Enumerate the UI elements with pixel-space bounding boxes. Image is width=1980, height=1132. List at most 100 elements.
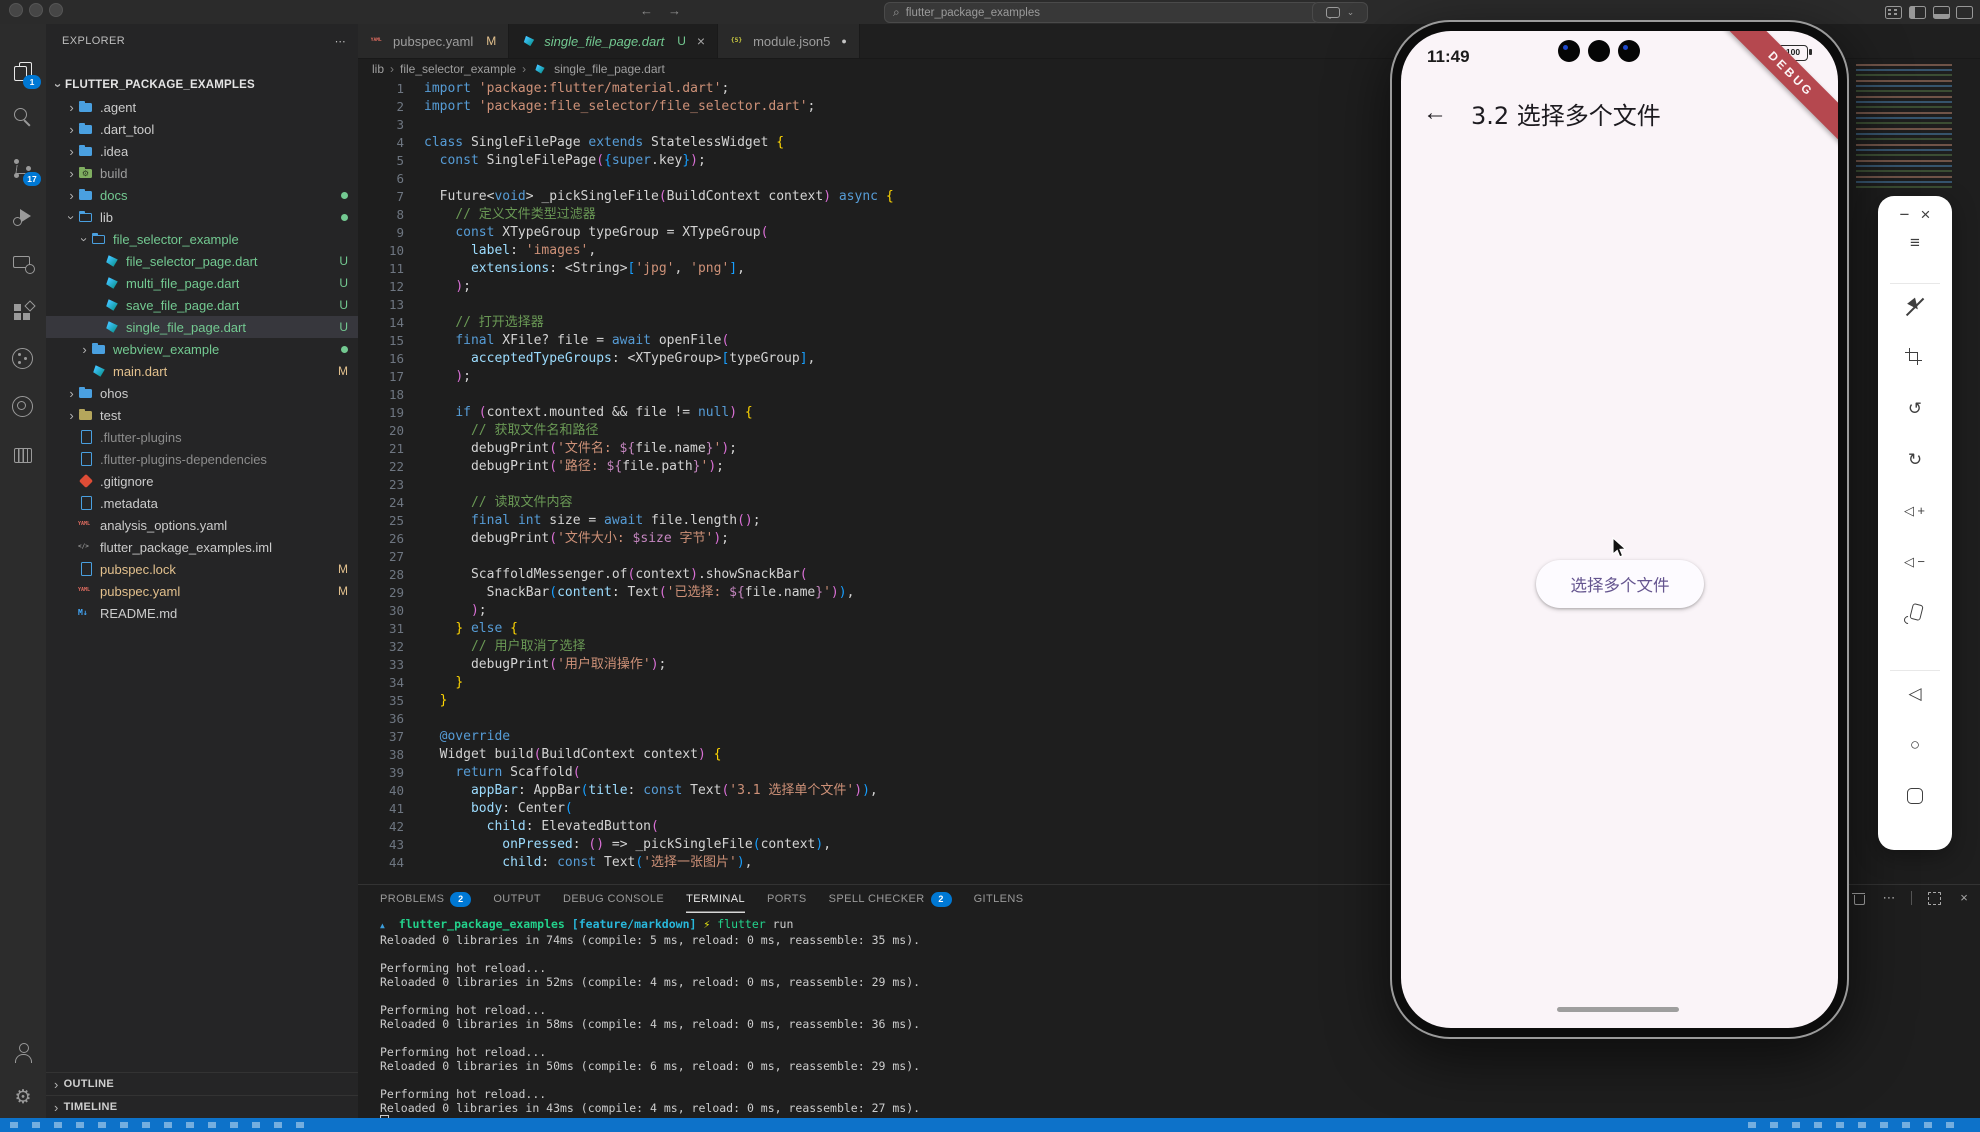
tab-pubspec.yaml[interactable]: pubspec.yamlM [358, 24, 509, 58]
command-center-search[interactable]: ⌕ flutter_package_examples [884, 2, 1320, 23]
window-close-light[interactable] [9, 3, 23, 17]
panel-tab-gitlens[interactable]: GITLENS [974, 885, 1024, 913]
emulator-crop-icon[interactable] [1904, 347, 1926, 369]
panel-tab-spell-checker[interactable]: SPELL CHECKER2 [829, 885, 952, 913]
tree-item-save_file_page.dart[interactable]: save_file_page.dartU [46, 294, 358, 316]
activity-settings-icon[interactable]: ⚙ [11, 1086, 35, 1110]
xml-icon [78, 539, 94, 555]
emulator-rotate-left-icon[interactable]: ↺ [1904, 398, 1926, 420]
emulator-minimize-icon[interactable]: − [1894, 204, 1915, 226]
phone-emulator: 11:49 ! 100 DEBUG ← 3.2 选择多个文件 选择多个文件 [1390, 20, 1849, 1039]
window-zoom-light[interactable] [49, 3, 63, 17]
activity-gitlens-icon[interactable] [11, 347, 35, 371]
panel-tab-debug-console[interactable]: DEBUG CONSOLE [563, 885, 664, 913]
activity-run-debug-icon[interactable] [11, 204, 35, 228]
editor-minimap[interactable] [1856, 64, 1952, 192]
tree-item-.idea[interactable]: ›.idea [46, 140, 358, 162]
toggle-panel-icon[interactable] [1933, 6, 1950, 19]
tree-item-.dart_tool[interactable]: ›.dart_tool [46, 118, 358, 140]
tree-item-webview_example[interactable]: ›webview_example [46, 338, 358, 360]
tree-item-.agent[interactable]: ›.agent [46, 96, 358, 118]
item-label: single_file_page.dart [126, 320, 246, 335]
item-label: .dart_tool [100, 122, 154, 137]
tab-module.json5[interactable]: module.json5● [718, 24, 860, 58]
close-icon[interactable]: × [697, 33, 705, 49]
activity-gitlens-inspect-icon[interactable] [11, 395, 35, 419]
emulator-menu-icon[interactable]: ≡ [1904, 232, 1926, 254]
emulator-rotate-right-icon[interactable]: ↻ [1904, 449, 1926, 471]
explorer-more-icon[interactable]: ⋯ [335, 35, 346, 48]
emulator-nav-back-icon[interactable]: ◁ [1904, 683, 1926, 705]
tree-item-test[interactable]: ›test [46, 404, 358, 426]
tree-item-main.dart[interactable]: main.dartM [46, 360, 358, 382]
tree-item-lib[interactable]: ›lib [46, 206, 358, 228]
tree-item-.gitignore[interactable]: .gitignore [46, 470, 358, 492]
panel-tab-label: PROBLEMS [380, 893, 444, 905]
breadcrumb-part[interactable]: lib [372, 62, 384, 76]
breadcrumb-file[interactable]: single_file_page.dart [554, 62, 665, 76]
customize-layout-icon[interactable] [1885, 6, 1902, 19]
trash-icon[interactable] [1851, 890, 1867, 906]
tree-item-pubspec.yaml[interactable]: pubspec.yamlM [46, 580, 358, 602]
gitlens-inspect-icon [11, 395, 35, 419]
panel-tab-ports[interactable]: PORTS [767, 885, 807, 913]
line-number: 17 [358, 368, 424, 386]
copilot-chat-button[interactable]: ⌄ [1312, 2, 1368, 23]
emulator-shake-icon[interactable] [1904, 602, 1926, 624]
tree-item-multi_file_page.dart[interactable]: multi_file_page.dartU [46, 272, 358, 294]
emulator-volume-down-icon[interactable] [1904, 551, 1926, 573]
line-number: 8 [358, 206, 424, 224]
tree-root[interactable]: ›FLUTTER_PACKAGE_EXAMPLES [46, 74, 358, 96]
tree-item-pubspec.lock[interactable]: pubspec.lockM [46, 558, 358, 580]
emulator-close-icon[interactable]: × [1915, 204, 1936, 226]
tree-item-build[interactable]: ›build [46, 162, 358, 184]
chevron-icon: › [51, 79, 66, 92]
tree-item-flutter_package_examples.iml[interactable]: flutter_package_examples.iml [46, 536, 358, 558]
activity-container-icon[interactable] [11, 443, 35, 467]
more-icon[interactable]: ⋯ [1881, 890, 1897, 906]
folder-icon [91, 341, 107, 357]
panel-tab-output[interactable]: OUTPUT [493, 885, 541, 913]
activity-extensions-icon[interactable] [11, 300, 35, 324]
home-indicator[interactable] [1557, 1007, 1679, 1012]
tree-item-.metadata[interactable]: .metadata [46, 492, 358, 514]
history-back-icon[interactable]: ← [640, 3, 653, 19]
history-forward-icon[interactable]: → [668, 3, 681, 19]
tree-item-file_selector_example[interactable]: ›file_selector_example [46, 228, 358, 250]
emulator-touch-off-icon[interactable] [1904, 296, 1926, 318]
tree-item-docs[interactable]: ›docs [46, 184, 358, 206]
tree-item-README.md[interactable]: README.md [46, 602, 358, 624]
tree-item-file_selector_page.dart[interactable]: file_selector_page.dartU [46, 250, 358, 272]
activity-remote-explorer-icon[interactable] [11, 252, 35, 276]
panel-tab-terminal[interactable]: TERMINAL [686, 885, 745, 913]
section-outline[interactable]: ›OUTLINE [46, 1072, 358, 1095]
dirty-dot-icon[interactable]: ● [841, 36, 846, 46]
gap [1878, 653, 1952, 670]
emulator-nav-recents-icon[interactable] [1904, 785, 1926, 807]
back-arrow-icon[interactable]: ← [1423, 99, 1447, 127]
maximize-icon[interactable] [1926, 890, 1942, 906]
section-timeline[interactable]: ›TIMELINE [46, 1095, 358, 1118]
breadcrumb-part[interactable]: file_selector_example [400, 62, 516, 76]
pick-multiple-files-button[interactable]: 选择多个文件 [1536, 560, 1704, 608]
tree-item-analysis_options.yaml[interactable]: analysis_options.yaml [46, 514, 358, 536]
panel-tab-problems[interactable]: PROBLEMS2 [380, 885, 471, 913]
tree-item-.flutter-plugins[interactable]: .flutter-plugins [46, 426, 358, 448]
toggle-secondary-sidebar-icon[interactable] [1956, 6, 1973, 19]
tree-item-.flutter-plugins-dependencies[interactable]: .flutter-plugins-dependencies [46, 448, 358, 470]
tree-item-ohos[interactable]: ›ohos [46, 382, 358, 404]
tree-item-single_file_page.dart[interactable]: single_file_page.dartU [46, 316, 358, 338]
emulator-volume-up-icon[interactable] [1904, 500, 1926, 522]
emulator-nav-home-icon[interactable]: ○ [1904, 734, 1926, 756]
activity-search-icon[interactable] [11, 105, 35, 129]
activity-source-control-icon[interactable]: 17 [11, 157, 35, 181]
activity-account-icon[interactable] [11, 1040, 35, 1064]
close-icon[interactable]: × [1956, 890, 1972, 906]
window-minimize-light[interactable] [29, 3, 43, 17]
activity-explorer-icon[interactable]: 1 [11, 60, 35, 84]
tab-single_file_page.dart[interactable]: single_file_page.dartU× [509, 24, 718, 58]
git-status-badge: U [339, 254, 348, 268]
status-bar[interactable] [0, 1118, 1980, 1132]
toggle-sidebar-icon[interactable] [1909, 6, 1926, 19]
root-label: FLUTTER_PACKAGE_EXAMPLES [65, 79, 255, 91]
